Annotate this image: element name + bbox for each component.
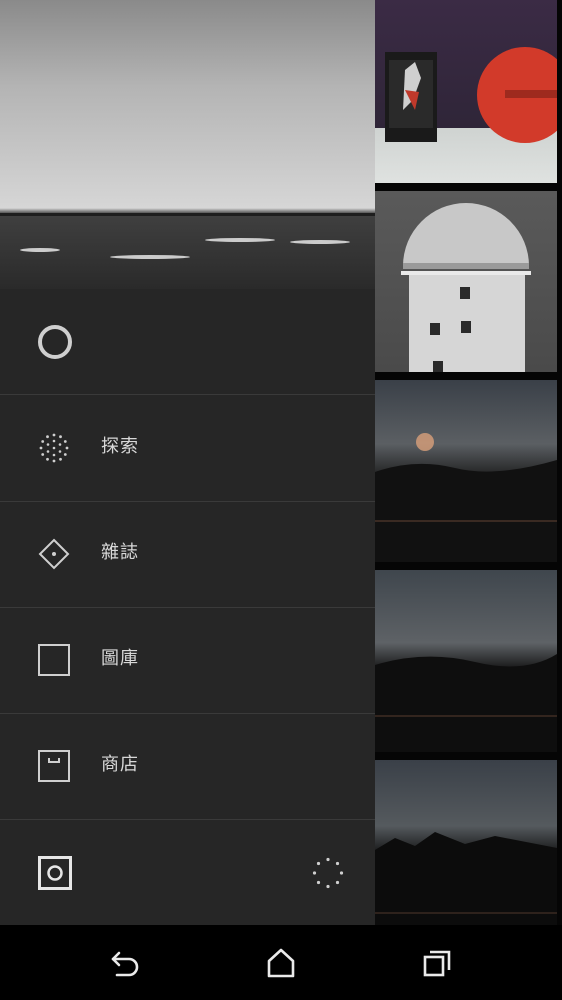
square-icon [38, 644, 70, 676]
photo-thumb[interactable] [375, 760, 557, 925]
wave [110, 255, 190, 259]
drawer-footer [0, 820, 375, 925]
drawer-header-row[interactable] [0, 289, 375, 395]
menu-item-label: 探索 [101, 436, 139, 457]
system-nav-bar [0, 925, 562, 1000]
menu-item-label: 商店 [101, 754, 139, 775]
wave [290, 240, 350, 244]
photo-thumb[interactable] [375, 191, 557, 372]
dusk-photo [375, 433, 557, 562]
diamond-icon [38, 538, 70, 570]
menu-item-label: 雜誌 [101, 542, 139, 563]
navigation-drawer: 探索 雜誌 圖庫 商店 [0, 0, 375, 925]
photo-thumb[interactable] [375, 570, 557, 752]
camera-square-icon[interactable] [38, 856, 72, 890]
menu-item-gallery[interactable]: 圖庫 [0, 607, 375, 714]
home-icon[interactable] [263, 945, 299, 981]
recents-icon[interactable] [419, 945, 455, 981]
menu-item-magazine[interactable]: 雜誌 [0, 501, 375, 608]
dusk-photo [375, 654, 557, 752]
drawer-hero-image [0, 0, 375, 289]
photo-thumb[interactable] [375, 380, 557, 562]
menu-item-label: 圖庫 [101, 648, 139, 669]
dusk-photo [375, 832, 557, 925]
explore-dots-icon [39, 433, 69, 463]
back-icon[interactable] [107, 945, 143, 981]
ring-icon[interactable] [38, 325, 72, 359]
loading-dots-icon [312, 857, 344, 889]
menu-item-shop[interactable]: 商店 [0, 713, 375, 820]
horizon-line [0, 213, 375, 216]
menu-item-explore[interactable]: 探索 [0, 395, 375, 502]
card-photo [385, 47, 557, 143]
shop-box-icon [38, 750, 70, 782]
photo-thumb[interactable] [375, 0, 557, 183]
photo-strip [375, 0, 562, 925]
wave [205, 238, 275, 242]
wave [20, 248, 60, 252]
tower-photo [401, 203, 531, 372]
